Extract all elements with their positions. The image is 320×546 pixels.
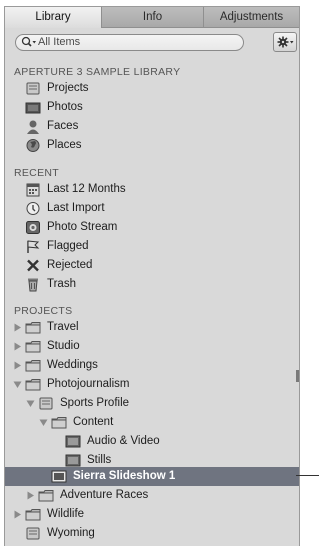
places-globe-icon <box>26 139 40 152</box>
project-item-sierra-slideshow-selected[interactable]: Sierra Slideshow 1 <box>5 467 299 486</box>
folder-icon <box>25 341 41 353</box>
item-label: Audio & Video <box>87 435 160 447</box>
project-item-sports-profile[interactable]: Sports Profile <box>5 394 299 413</box>
disclosure-triangle-down-icon[interactable] <box>26 399 35 408</box>
project-icon <box>39 397 53 410</box>
item-label: Studio <box>47 340 80 352</box>
library-item-faces[interactable]: Faces <box>5 117 299 136</box>
tab-library[interactable]: Library <box>5 7 102 28</box>
import-clock-icon <box>26 202 40 215</box>
item-label: Trash <box>47 278 76 290</box>
project-item-wyoming[interactable]: Wyoming <box>5 524 299 543</box>
library-item-places[interactable]: Places <box>5 136 299 155</box>
disclosure-triangle-right-icon[interactable] <box>26 491 35 500</box>
folder-icon <box>25 509 41 521</box>
item-label: Sierra Slideshow 1 <box>73 470 176 482</box>
disclosure-triangle-right-icon[interactable] <box>13 361 22 370</box>
section-header-projects: PROJECTS <box>14 305 73 317</box>
item-label: Faces <box>47 120 79 132</box>
project-item-studio[interactable]: Studio <box>5 337 299 356</box>
recent-item-trash[interactable]: Trash <box>5 275 299 294</box>
slideshow-icon <box>51 470 67 483</box>
faces-icon <box>27 120 39 134</box>
search-input[interactable]: All Items <box>15 34 244 51</box>
item-label: Photos <box>47 101 83 113</box>
item-label: Weddings <box>47 359 98 371</box>
project-item-adventure-races[interactable]: Adventure Races <box>5 486 299 505</box>
scrollbar-thumb[interactable] <box>296 370 299 382</box>
album-icon <box>65 435 81 448</box>
flag-icon <box>27 240 40 253</box>
recent-item-flagged[interactable]: Flagged <box>5 237 299 256</box>
item-label: Travel <box>47 321 79 333</box>
item-label: Last Import <box>47 202 105 214</box>
search-placeholder: All Items <box>38 36 81 48</box>
folder-icon <box>25 360 41 372</box>
section-header-recent: RECENT <box>14 167 59 179</box>
folder-icon <box>38 490 54 502</box>
project-item-wildlife[interactable]: Wildlife <box>5 505 299 524</box>
recent-item-last-12-months[interactable]: Last 12 Months <box>5 180 299 199</box>
disclosure-triangle-down-icon[interactable] <box>13 380 22 389</box>
item-label: Rejected <box>47 259 93 271</box>
project-item-photojournalism[interactable]: Photojournalism <box>5 375 299 394</box>
tab-adjustments[interactable]: Adjustments <box>204 7 299 27</box>
gear-icon <box>277 36 294 48</box>
calendar-icon <box>26 183 40 197</box>
disclosure-triangle-right-icon[interactable] <box>13 510 22 519</box>
search-icon[interactable] <box>21 36 37 49</box>
library-item-photos[interactable]: Photos <box>5 98 299 117</box>
project-item-weddings[interactable]: Weddings <box>5 356 299 375</box>
folder-icon <box>25 322 41 334</box>
section-header-sample-library: APERTURE 3 SAMPLE LIBRARY <box>14 66 181 78</box>
item-label: Wyoming <box>47 527 95 539</box>
callout-line <box>296 475 319 476</box>
item-label: Wildlife <box>47 508 85 520</box>
project-item-travel[interactable]: Travel <box>5 318 299 337</box>
recent-item-rejected[interactable]: Rejected <box>5 256 299 275</box>
item-label: Last 12 Months <box>47 183 126 195</box>
reject-x-icon <box>27 259 39 272</box>
project-icon <box>26 527 40 540</box>
tab-info[interactable]: Info <box>102 7 204 27</box>
item-label: Adventure Races <box>60 489 149 501</box>
action-menu-button[interactable] <box>273 32 297 52</box>
recent-item-photo-stream[interactable]: Photo Stream <box>5 218 299 237</box>
library-inspector: Library Info Adjustments All Items APERT… <box>4 6 300 546</box>
item-label: Photo Stream <box>47 221 118 233</box>
project-item-audio-video[interactable]: Audio & Video <box>5 432 299 451</box>
item-label: Sports Profile <box>60 397 130 409</box>
album-icon <box>65 454 81 467</box>
item-label: Flagged <box>47 240 89 252</box>
photo-stream-icon <box>26 221 40 234</box>
photos-icon <box>25 102 41 114</box>
item-label: Projects <box>47 82 89 94</box>
item-label: Content <box>73 416 114 428</box>
inspector-tabs: Library Info Adjustments <box>5 7 299 28</box>
disclosure-triangle-down-icon[interactable] <box>39 418 48 427</box>
disclosure-triangle-right-icon[interactable] <box>13 323 22 332</box>
item-label: Places <box>47 139 82 151</box>
disclosure-triangle-right-icon[interactable] <box>13 342 22 351</box>
project-item-content[interactable]: Content <box>5 413 299 432</box>
folder-icon <box>51 417 67 429</box>
projects-icon <box>26 82 40 95</box>
folder-icon <box>25 379 41 391</box>
trash-icon <box>28 278 38 292</box>
item-label: Photojournalism <box>47 378 130 390</box>
search-row: All Items <box>5 31 299 57</box>
library-item-projects[interactable]: Projects <box>5 79 299 98</box>
recent-item-last-import[interactable]: Last Import <box>5 199 299 218</box>
